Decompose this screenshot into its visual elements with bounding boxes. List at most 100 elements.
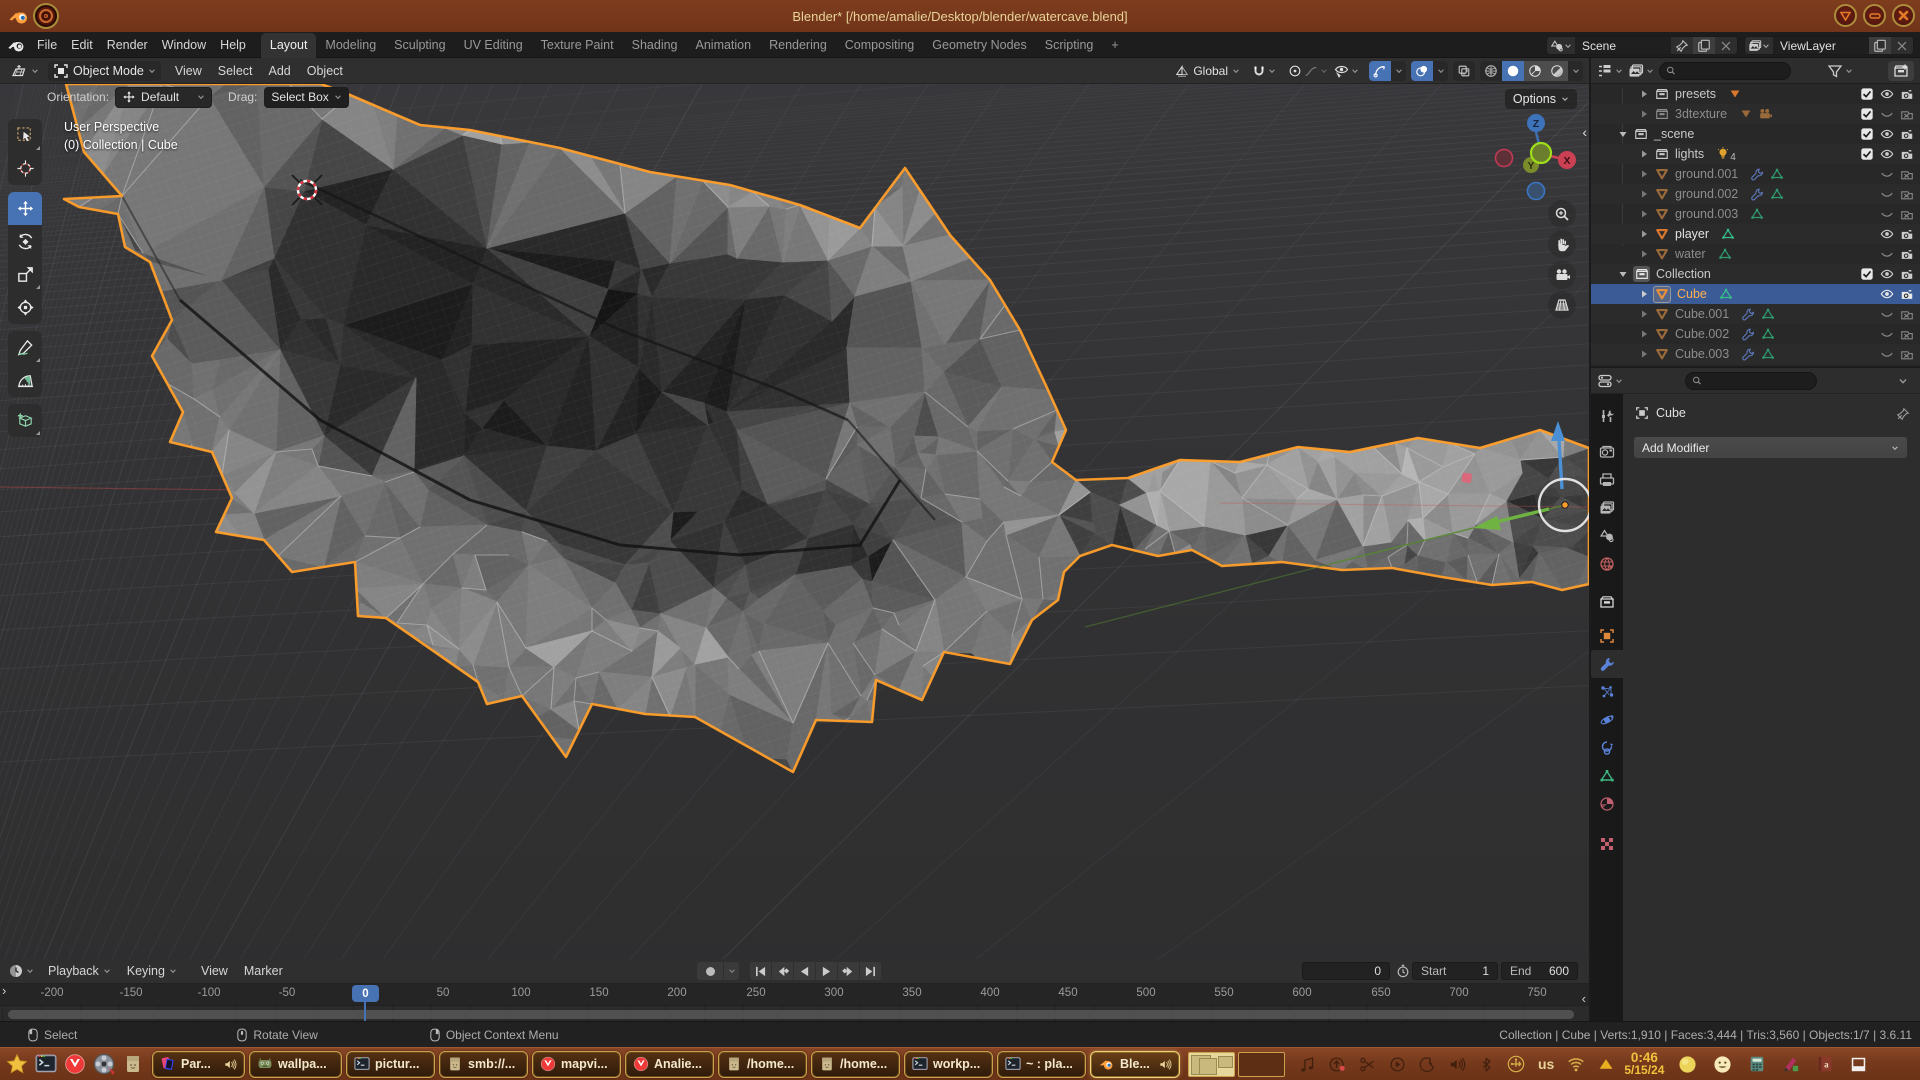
shading-solid-button[interactable] (1502, 61, 1524, 81)
tool-add-cube[interactable] (8, 404, 42, 437)
checkbox-on-icon[interactable] (1860, 87, 1874, 101)
taskbar-clock[interactable]: 0:46 5/15/24 (1624, 1051, 1664, 1077)
auto-key-dropdown[interactable] (724, 962, 739, 980)
launcher-terminal[interactable] (34, 1052, 58, 1076)
end-frame-field[interactable]: End600 (1501, 962, 1578, 980)
outliner-row-ground-002[interactable]: ground.002 (1591, 184, 1920, 204)
camera-off-icon[interactable] (1900, 107, 1914, 121)
tab-tool[interactable] (1591, 402, 1623, 430)
tray-ball-icon[interactable] (1678, 1055, 1697, 1074)
play-button[interactable] (816, 962, 837, 980)
workspace-tab-animation[interactable]: Animation (687, 33, 761, 58)
tool-rotate[interactable] (8, 225, 42, 258)
taskbar-window-wallpaper[interactable]: wallpa... (249, 1051, 342, 1078)
outliner-row-cube-003[interactable]: Cube.003 (1591, 344, 1920, 364)
taskbar-window-workspace[interactable]: workp... (904, 1051, 993, 1078)
pager-workspace-2[interactable] (1238, 1052, 1285, 1077)
editor-type-selector[interactable] (6, 61, 44, 81)
launcher-favorites[interactable] (5, 1052, 29, 1076)
properties-search-input[interactable] (1706, 373, 1810, 388)
jump-to-start-button[interactable] (750, 962, 771, 980)
tab-render[interactable] (1591, 438, 1623, 466)
viewport-3d[interactable]: Object Mode View Select Add Object Globa… (0, 58, 1589, 959)
camera-off-icon[interactable] (1900, 207, 1914, 221)
shading-wireframe-button[interactable] (1480, 61, 1502, 81)
workspace-tab-uv-editing[interactable]: UV Editing (455, 33, 532, 58)
timeline-expand-arrow[interactable]: › (2, 983, 6, 998)
tray-volume-icon[interactable] (1449, 1056, 1466, 1073)
pager-workspace-1[interactable] (1188, 1052, 1235, 1077)
gizmo-center[interactable] (1531, 143, 1551, 163)
scene-new-button[interactable] (1693, 37, 1715, 54)
timeline-editor-type[interactable] (8, 963, 34, 979)
eye-closed-icon[interactable] (1880, 107, 1894, 121)
checkbox-on-icon[interactable] (1860, 267, 1874, 281)
outliner-row-3dtexture[interactable]: 3dtexture (1591, 104, 1920, 124)
tray-bluetooth-icon[interactable] (1479, 1056, 1494, 1073)
eye-closed-icon[interactable] (1880, 207, 1894, 221)
scene-unlink-button[interactable] (1715, 37, 1737, 54)
tray-usb-icon[interactable] (1507, 1055, 1525, 1073)
tray-player-icon[interactable] (1389, 1056, 1406, 1073)
tab-material[interactable] (1591, 790, 1623, 818)
outliner-row-player[interactable]: player (1591, 224, 1920, 244)
eye-open-icon[interactable] (1880, 267, 1894, 281)
tab-texture[interactable] (1591, 830, 1623, 858)
menu-file[interactable]: File (30, 34, 64, 56)
gizmo-axis-x-neg[interactable] (1496, 150, 1513, 167)
tray-wifi-icon[interactable] (1567, 1055, 1585, 1073)
taskbar-window-home-1[interactable]: /home... (718, 1051, 807, 1078)
taskbar-window-home-2[interactable]: /home... (811, 1051, 900, 1078)
outliner-row-cube-002[interactable]: Cube.002 (1591, 324, 1920, 344)
timeline-menu-marker[interactable]: Marker (236, 960, 291, 982)
eye-closed-icon[interactable] (1880, 307, 1894, 321)
tab-modifiers[interactable] (1591, 650, 1623, 678)
tray-smiley-icon[interactable] (1713, 1055, 1732, 1074)
eye-closed-icon[interactable] (1880, 247, 1894, 261)
outliner-row-ground-003[interactable]: ground.003 (1591, 204, 1920, 224)
shading-material-button[interactable] (1524, 61, 1546, 81)
tab-object[interactable] (1591, 622, 1623, 650)
eye-open-icon[interactable] (1880, 287, 1894, 301)
timeline-menu-playback[interactable]: Playback (40, 960, 119, 982)
menu-window[interactable]: Window (155, 34, 213, 56)
tab-view-layer[interactable] (1591, 494, 1623, 522)
menu-render[interactable]: Render (100, 34, 155, 56)
workspace-tab-scripting[interactable]: Scripting (1036, 33, 1103, 58)
outliner-row-cube[interactable]: Cube (1591, 284, 1920, 304)
eye-open-icon[interactable] (1880, 87, 1894, 101)
taskbar-window-pictures[interactable]: pictur... (346, 1051, 435, 1078)
outliner-row-lights[interactable]: lights 4 (1591, 144, 1920, 164)
camera-on-icon[interactable] (1900, 147, 1914, 161)
outliner-row-presets[interactable]: presets (1591, 84, 1920, 104)
camera-on-icon[interactable] (1900, 87, 1914, 101)
eye-open-icon[interactable] (1880, 127, 1894, 141)
overlays-toggle[interactable] (1411, 61, 1433, 81)
outliner-search[interactable] (1659, 62, 1791, 80)
viewport-3d-canvas[interactable] (0, 58, 1589, 959)
camera-off-icon[interactable] (1900, 307, 1914, 321)
overlays-dropdown[interactable] (1433, 61, 1448, 81)
launcher-vivaldi[interactable] (63, 1052, 87, 1076)
camera-off-icon[interactable] (1900, 347, 1914, 361)
workspace-tab-sculpting[interactable]: Sculpting (385, 33, 454, 58)
scene-icon[interactable] (1547, 37, 1575, 54)
tray-calculator-icon[interactable] (1748, 1055, 1766, 1073)
outliner-filter-button[interactable] (1827, 63, 1853, 79)
view-layer-remove-button[interactable] (1891, 37, 1913, 54)
orientation-dropdown[interactable]: Default (115, 87, 212, 108)
camera-on-icon[interactable] (1900, 267, 1914, 281)
tab-scene[interactable] (1591, 522, 1623, 550)
window-minimize-button[interactable] (1863, 4, 1886, 27)
taskbar-window-analie[interactable]: Analie... (625, 1051, 714, 1078)
previous-keyframe-button[interactable] (772, 962, 793, 980)
tray-clipboard-icon[interactable] (1359, 1056, 1376, 1073)
taskbar-window-blender[interactable]: Ble... (1090, 1051, 1180, 1078)
outliner-row-cube-001[interactable]: Cube.001 (1591, 304, 1920, 324)
tool-measure[interactable] (8, 364, 42, 397)
scene-selector[interactable]: Scene (1546, 36, 1738, 55)
tab-world[interactable] (1591, 550, 1623, 578)
tray-window-icon[interactable] (1850, 1056, 1867, 1073)
gizmos-dropdown[interactable] (1391, 61, 1406, 81)
outliner-editor-type[interactable] (1597, 63, 1623, 79)
